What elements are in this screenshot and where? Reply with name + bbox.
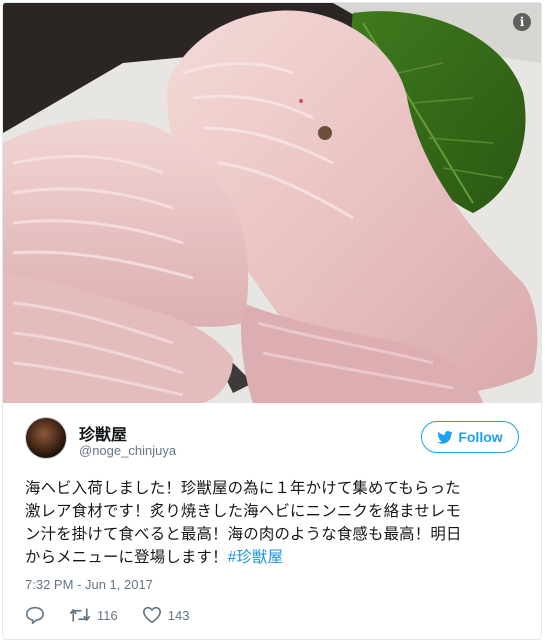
timestamp[interactable]: 7:32 PM - Jun 1, 2017 <box>25 577 153 592</box>
tweet-text-line-4: からメニューに登場します！ <box>25 549 228 566</box>
tweet-text-line-3: ン汁を掛けて食べると最高！海の肉のような食感も最高！明日 <box>25 526 462 543</box>
tweet-card: i 珍獣屋 @noge_chinjuya Follow 海ヘビ入荷しました！珍獣… <box>2 2 542 640</box>
tweet-header: 珍獣屋 @noge_chinjuya Follow <box>3 403 541 467</box>
like-count: 143 <box>167 607 190 623</box>
tweet-photo[interactable]: i <box>3 3 541 403</box>
hashtag-link[interactable]: #珍獣屋 <box>228 549 284 566</box>
like-button[interactable]: 143 <box>142 606 190 624</box>
reply-icon <box>26 606 44 624</box>
heart-icon <box>142 606 161 624</box>
retweet-count: 116 <box>97 607 118 623</box>
avatar[interactable] <box>25 417 67 459</box>
user-handle[interactable]: @noge_chinjuya <box>79 443 176 458</box>
follow-button[interactable]: Follow <box>421 421 519 453</box>
tweet-text: 海ヘビ入荷しました！珍獣屋の為に１年かけて集めてもらった 激レア食材です！炙り焼… <box>25 477 525 569</box>
tweet-text-line-2: 激レア食材です！炙り焼きした海ヘビにニンニクを絡ませレモ <box>25 503 462 520</box>
tweet-actions: 116 143 <box>25 603 213 627</box>
retweet-button[interactable]: 116 <box>69 607 118 623</box>
tweet-text-line-1: 海ヘビ入荷しました！珍獣屋の為に１年かけて集めてもらった <box>25 480 461 497</box>
retweet-icon <box>69 608 91 622</box>
sashimi-photo-image <box>3 3 541 403</box>
info-icon[interactable]: i <box>513 13 531 31</box>
twitter-bird-icon <box>437 430 454 444</box>
display-name[interactable]: 珍獣屋 <box>79 421 127 445</box>
reply-button[interactable] <box>25 606 45 624</box>
follow-label: Follow <box>458 429 503 445</box>
